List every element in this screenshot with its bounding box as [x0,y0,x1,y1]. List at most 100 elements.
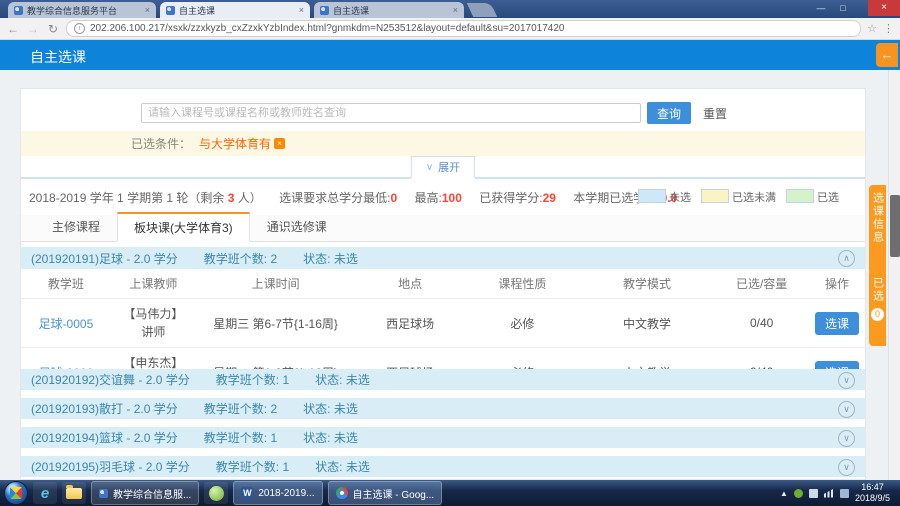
course-title: (201920193)散打 - 2.0 学分 [31,400,178,417]
col-header: 操作 [809,269,865,299]
refresh-icon[interactable]: ↻ [46,22,60,36]
mode-cell: 中文教学 [580,299,715,348]
antivirus-taskbar-icon[interactable] [204,482,228,504]
url-text: 202.206.100.217/xsxk/zzxkyzb_cxZzxkYzbIn… [90,23,564,34]
system-tray: ▲ 16:47 2018/9/5 [780,482,896,505]
browser-toolbar: ← → ↻ i 202.206.100.217/xsxk/zzxkyzb_cxZ… [0,18,900,40]
scrollbar[interactable] [888,70,900,480]
tray-volume-icon[interactable] [840,489,849,498]
window-minimize-button[interactable]: — [812,1,830,15]
window-close-button[interactable]: × [868,0,900,16]
course-status: 状态: 未选 [315,458,370,475]
filter-remove-icon[interactable]: × [274,138,285,149]
course-group-header[interactable]: (201920191)足球 - 2.0 学分 教学班个数: 2 状态: 未选 ∧ [21,247,865,269]
ie-taskbar-icon[interactable]: e [33,482,57,504]
tray-app-icon[interactable] [809,489,818,498]
tab-title: 自主选课 [179,4,215,17]
expand-icon[interactable]: ∨ [838,459,855,476]
col-header: 地点 [355,269,465,299]
expand-icon[interactable]: ∨ [838,430,855,447]
course-group-collapsed[interactable]: (201920195)羽毛球 - 2.0 学分 教学班个数: 1 状态: 未选 … [21,456,865,477]
selected-filters-label: 已选条件： [131,135,191,152]
start-button[interactable] [4,481,28,505]
earned-credits-label: 已获得学分: [479,191,542,205]
course-status: 状态: 未选 [303,400,358,417]
course-status: 状态: 未选 [315,371,370,388]
col-header: 课程性质 [465,269,580,299]
browser-tab-3[interactable]: 自主选课 × [314,2,464,18]
clock-date: 2018/9/5 [855,493,890,504]
taskbar-window-document[interactable]: W 2018-2019... [233,481,322,505]
course-status: 状态: 未选 [303,429,358,446]
new-tab-button[interactable] [467,3,498,17]
chrome-icon [336,487,348,499]
class-count: 教学班个数: 2 [204,400,277,417]
course-title: (201920192)交谊舞 - 2.0 学分 [31,371,190,388]
credit-max-label: 最高: [415,191,442,205]
tab-close-icon[interactable]: × [299,5,304,15]
legend-swatch-unselected [638,189,666,203]
time-cell: 星期三 第6-7节{1-16周} [196,299,356,348]
taskbar: e 教学综合信息服... W 2018-2019... 自主选课 - Goog.… [0,480,900,506]
legend-label: 已选 [817,192,839,204]
col-header: 上课教师 [111,269,196,299]
selected-filters-bar: 已选条件： 与大学体育有 × [21,131,865,156]
url-bar[interactable]: i 202.206.100.217/xsxk/zzxkyzb_cxZzxkYzb… [66,20,861,37]
capacity-cell: 0/40 [714,299,809,348]
side-tab-selected[interactable]: 已选 0 [869,270,886,346]
credit-req-label: 选课要求总学分最低: [279,191,390,205]
course-group-collapsed[interactable]: (201920194)篮球 - 2.0 学分 教学班个数: 1 状态: 未选 ∨ [21,427,865,448]
collapse-panel-arrow-button[interactable]: ← [876,43,898,67]
browser-menu-icon[interactable]: ⋮ [883,22,894,35]
scrollbar-thumb[interactable] [890,195,900,257]
search-row: 查询 重置 [21,101,865,125]
category-tabs: 主修课程 板块课(大学体育3) 通识选修课 [21,215,865,242]
forward-icon[interactable]: → [26,22,40,36]
taskbar-window-portal[interactable]: 教学综合信息服... [91,481,199,505]
browser-tab-1[interactable]: 教学综合信息服务平台 × [8,2,156,18]
teacher-cell: 【马伟力】 讲师 [117,305,189,341]
taskbar-clock[interactable]: 16:47 2018/9/5 [855,482,896,505]
collapse-icon[interactable]: ∧ [838,250,855,267]
back-icon[interactable]: ← [6,22,20,36]
tab-block-courses[interactable]: 板块课(大学体育3) [117,212,250,242]
bookmark-star-icon[interactable]: ☆ [867,22,877,35]
browser-tab-2[interactable]: 自主选课 × [160,2,310,18]
clock-time: 16:47 [855,482,890,493]
page-info-icon[interactable]: i [74,23,85,34]
table-row: 足球-0005 【马伟力】 讲师 星期三 第6-7节{1-16周} 西足球场 必… [21,299,865,348]
course-title: (201920195)羽毛球 - 2.0 学分 [31,458,190,475]
reset-button[interactable]: 重置 [697,102,733,124]
search-input[interactable] [141,103,641,123]
class-link[interactable]: 足球-0005 [39,317,94,331]
course-group-collapsed[interactable]: (201920193)散打 - 2.0 学分 教学班个数: 2 状态: 未选 ∨ [21,398,865,419]
page-body: 查询 重置 已选条件： 与大学体育有 × ∨ 展开 2018-2019 学年 1… [0,70,900,480]
app-header: 自主选课 ← [0,40,900,70]
explorer-folder-icon[interactable] [62,482,86,504]
expand-icon[interactable]: ∨ [838,401,855,418]
course-status: 状态: 未选 [303,250,358,267]
credit-min: 0 [390,191,397,205]
side-tab-course-info[interactable]: 选课信息 [869,185,886,275]
tab-major-courses[interactable]: 主修课程 [35,212,117,241]
tray-security-icon[interactable] [794,489,803,498]
browser-titlebar: 教学综合信息服务平台 × 自主选课 × 自主选课 × — □ × [0,0,900,18]
expand-icon[interactable]: ∨ [838,372,855,389]
taskbar-window-label: 2018-2019... [258,488,314,499]
taskbar-window-chrome[interactable]: 自主选课 - Goog... [328,481,443,505]
legend-item: 已选未满 [701,189,776,205]
tray-network-icon[interactable] [824,489,834,498]
tab-close-icon[interactable]: × [145,5,150,15]
window-favicon-icon [99,489,108,498]
select-course-button[interactable]: 选课 [815,312,859,335]
tab-title: 教学综合信息服务平台 [27,4,117,17]
window-maximize-button[interactable]: □ [834,1,852,15]
expand-filters-button[interactable]: ∨ 展开 [411,156,475,179]
tray-show-hidden-icon[interactable]: ▲ [780,489,788,498]
col-header: 已选/容量 [714,269,809,299]
tab-close-icon[interactable]: × [453,5,458,15]
filter-tag: 与大学体育有 × [199,135,285,152]
query-button[interactable]: 查询 [647,102,691,124]
tab-general-electives[interactable]: 通识选修课 [250,212,344,241]
course-group-collapsed[interactable]: (201920192)交谊舞 - 2.0 学分 教学班个数: 1 状态: 未选 … [21,369,865,390]
